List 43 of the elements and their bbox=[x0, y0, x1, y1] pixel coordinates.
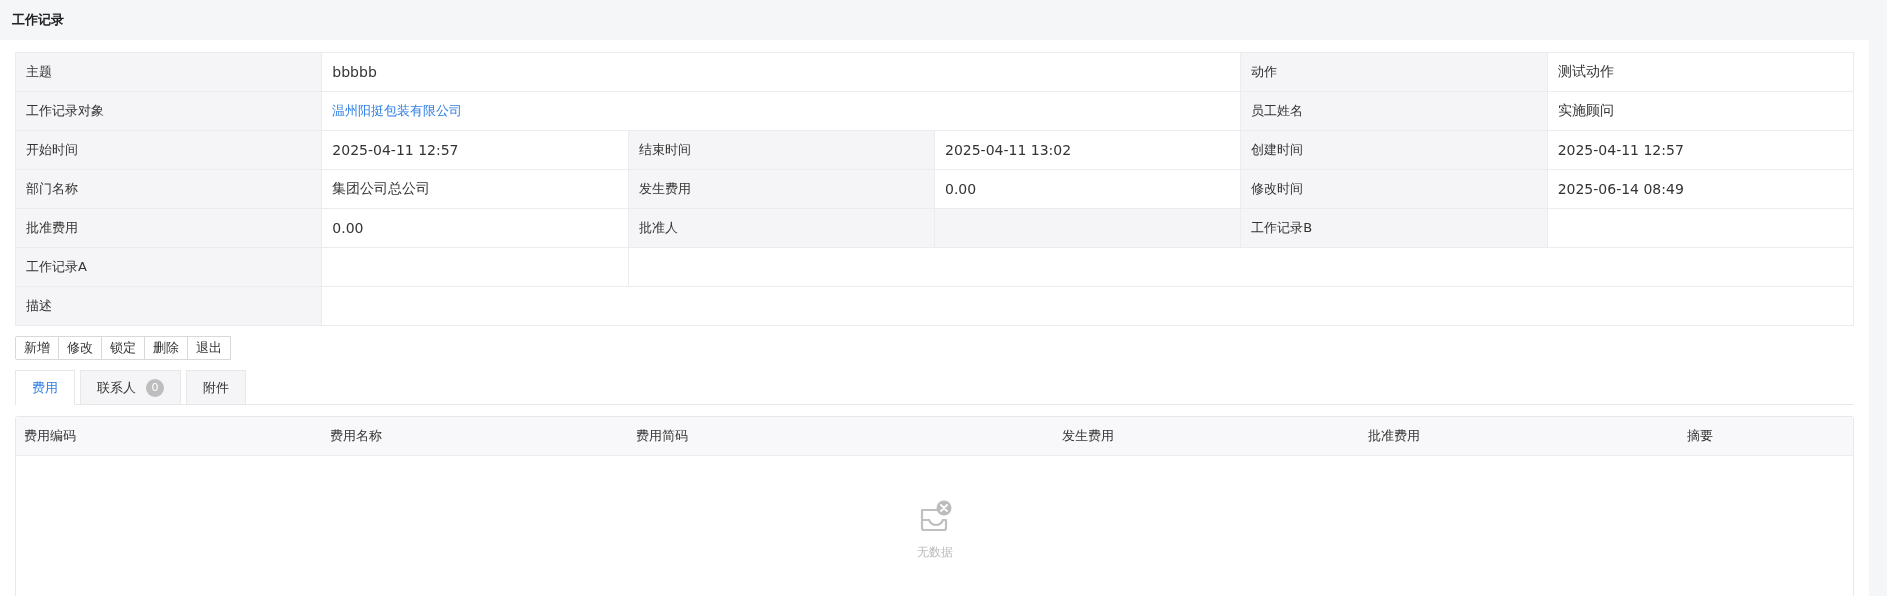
field-label-cell: 主题 bbox=[15, 52, 322, 92]
field-label-cell: 开始时间 bbox=[15, 130, 322, 170]
field-label-cell: 员工姓名 bbox=[1240, 91, 1548, 131]
field-label-cell: 创建时间 bbox=[1240, 130, 1548, 170]
column-header: 摘要 bbox=[1686, 428, 1713, 443]
tab[interactable]: 附件 bbox=[186, 370, 246, 404]
field-value-cell: bbbbb bbox=[321, 52, 1241, 92]
field-label-cell: 动作 bbox=[1240, 52, 1548, 92]
field-value-cell: 测试动作 bbox=[1547, 52, 1854, 92]
company-link[interactable]: 温州阳挺包装有限公司 bbox=[332, 103, 463, 118]
column-header: 批准费用 bbox=[1367, 428, 1420, 443]
field-label-cell: 工作记录对象 bbox=[15, 91, 322, 131]
toolbar-button[interactable]: 修改 bbox=[58, 336, 102, 360]
tab[interactable]: 联系人 0 bbox=[80, 370, 181, 404]
toolbar-button[interactable]: 删除 bbox=[144, 336, 188, 360]
column-header: 费用编码 bbox=[24, 428, 76, 443]
field-label-cell: 工作记录A bbox=[15, 247, 322, 287]
field-value-cell: 2025-04-11 13:02 bbox=[934, 130, 1241, 170]
count-badge: 0 bbox=[146, 378, 164, 397]
field-label-cell: 修改时间 bbox=[1240, 169, 1548, 209]
field-label-cell: 结束时间 bbox=[628, 130, 935, 170]
column-header: 费用名称 bbox=[330, 428, 383, 443]
column-header: 发生费用 bbox=[1061, 428, 1114, 443]
field-label-cell: 描述 bbox=[15, 286, 322, 326]
toolbar-button[interactable]: 新增 bbox=[15, 336, 59, 360]
field-value-cell: 2025-06-14 08:49 bbox=[1547, 169, 1854, 209]
field-label-cell: 部门名称 bbox=[15, 169, 322, 209]
page-title: 工作记录 bbox=[12, 11, 64, 29]
empty-message: 无数据 bbox=[916, 544, 953, 561]
column-header: 费用简码 bbox=[636, 428, 689, 443]
tab[interactable]: 费用 bbox=[15, 370, 75, 405]
field-value-cell: 2025-04-11 12:57 bbox=[321, 130, 629, 170]
field-label-cell: 工作记录B bbox=[1240, 208, 1548, 248]
field-value-cell: 集团公司总公司 bbox=[321, 169, 629, 209]
field-value-cell: 0.00 bbox=[321, 208, 629, 248]
field-value-cell: 2025-04-11 12:57 bbox=[1547, 130, 1854, 170]
field-label-cell: 批准人 bbox=[628, 208, 935, 248]
toolbar-button[interactable]: 退出 bbox=[187, 336, 231, 360]
field-value-cell: 0.00 bbox=[934, 169, 1241, 209]
toolbar-button[interactable]: 锁定 bbox=[101, 336, 145, 360]
field-value-cell: 实施顾问 bbox=[1547, 91, 1854, 131]
field-label-cell: 发生费用 bbox=[628, 169, 935, 209]
field-label-cell: 批准费用 bbox=[15, 208, 322, 248]
